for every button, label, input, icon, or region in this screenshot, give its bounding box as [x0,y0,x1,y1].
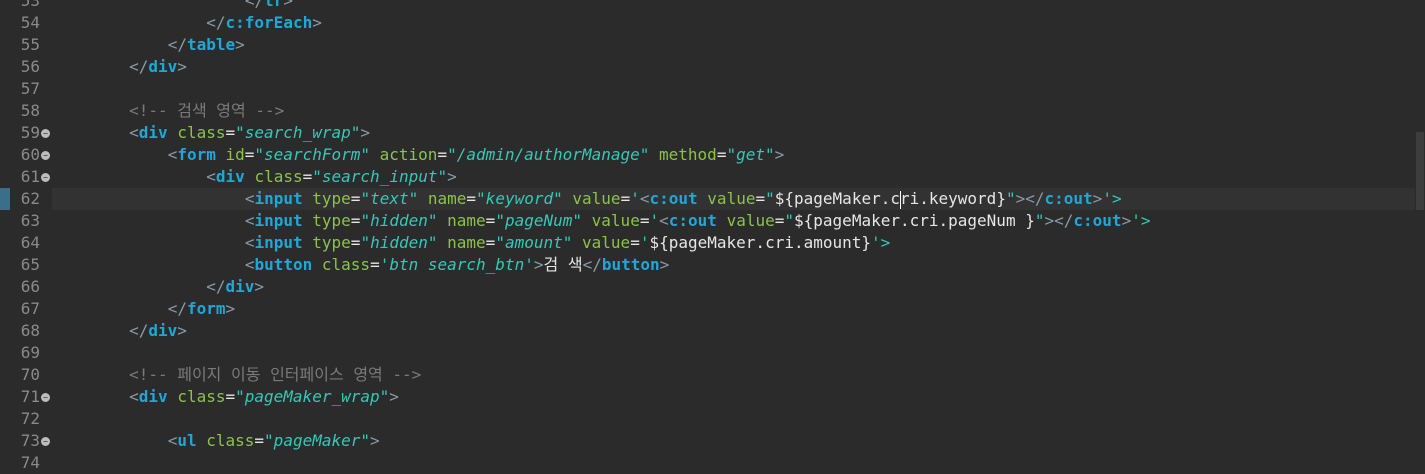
code-line[interactable]: <input type="hidden" name="pageNum" valu… [52,210,1415,232]
code-line[interactable]: </form> [52,298,1415,320]
code-line[interactable] [52,78,1415,100]
scrollbar-thumb[interactable] [1416,132,1424,210]
change-marker [0,188,10,210]
code-line[interactable]: </tr> [52,0,1415,12]
fold-toggle-icon[interactable]: − [41,151,50,160]
code-line[interactable]: <!-- 검색 영역 --> [52,100,1415,122]
line-number: 56 [20,57,40,76]
code-editor[interactable]: 53 </tr> 54 </c:forEach> 55 </table> 56 </d… [0,0,1425,472]
line-number: 73 [20,431,40,450]
line-number: 66 [20,277,40,296]
line-number: 59 [20,123,40,142]
code-line[interactable]: </div> [52,276,1415,298]
line-number: 53 [20,0,40,10]
code-line[interactable]: </c:forEach> [52,12,1415,34]
code-line[interactable]: </div> [52,320,1415,342]
vertical-scrollbar[interactable] [1415,0,1425,467]
line-number: 63 [20,211,40,230]
line-number: 70 [20,365,40,384]
fold-toggle-icon[interactable]: − [41,129,50,138]
code-line[interactable]: </table> [52,34,1415,56]
line-number: 69 [20,343,40,362]
code-line[interactable] [52,408,1415,430]
line-number: 54 [20,13,40,32]
code-line[interactable]: <button class='btn search_btn'>검 색</butt… [52,254,1415,276]
line-number: 67 [20,299,40,318]
line-number: 71 [20,387,40,406]
code-line[interactable]: <form id="searchForm" action="/admin/aut… [52,144,1415,166]
code-line[interactable]: <ul class="pageMaker"> [52,430,1415,452]
code-line[interactable]: <!-- 페이지 이동 인터페이스 영역 --> [52,364,1415,386]
line-number: 55 [20,35,40,54]
line-number: 64 [20,233,40,252]
code-line[interactable]: <div class="search_wrap"> [52,122,1415,144]
code-line[interactable]: </div> [52,56,1415,78]
line-number: 72 [20,409,40,428]
line-number: 60 [20,145,40,164]
code-line[interactable] [52,452,1415,474]
fold-toggle-icon[interactable]: − [41,393,50,402]
line-number: 74 [20,453,40,472]
fold-toggle-icon[interactable]: − [41,437,50,446]
line-number: 61 [20,167,40,186]
line-number: 65 [20,255,40,274]
line-number: 68 [20,321,40,340]
line-number: 57 [20,79,40,98]
text-caret [899,190,901,209]
code-line[interactable]: <div class="search_input"> [52,166,1415,188]
code-line[interactable] [52,342,1415,364]
code-line[interactable]: <div class="pageMaker_wrap"> [52,386,1415,408]
code-line[interactable]: <input type="hidden" name="amount" value… [52,232,1415,254]
code-line[interactable]: <input type="text" name="keyword" value=… [52,188,1415,210]
line-number: 58 [20,101,40,120]
fold-toggle-icon[interactable]: − [41,173,50,182]
